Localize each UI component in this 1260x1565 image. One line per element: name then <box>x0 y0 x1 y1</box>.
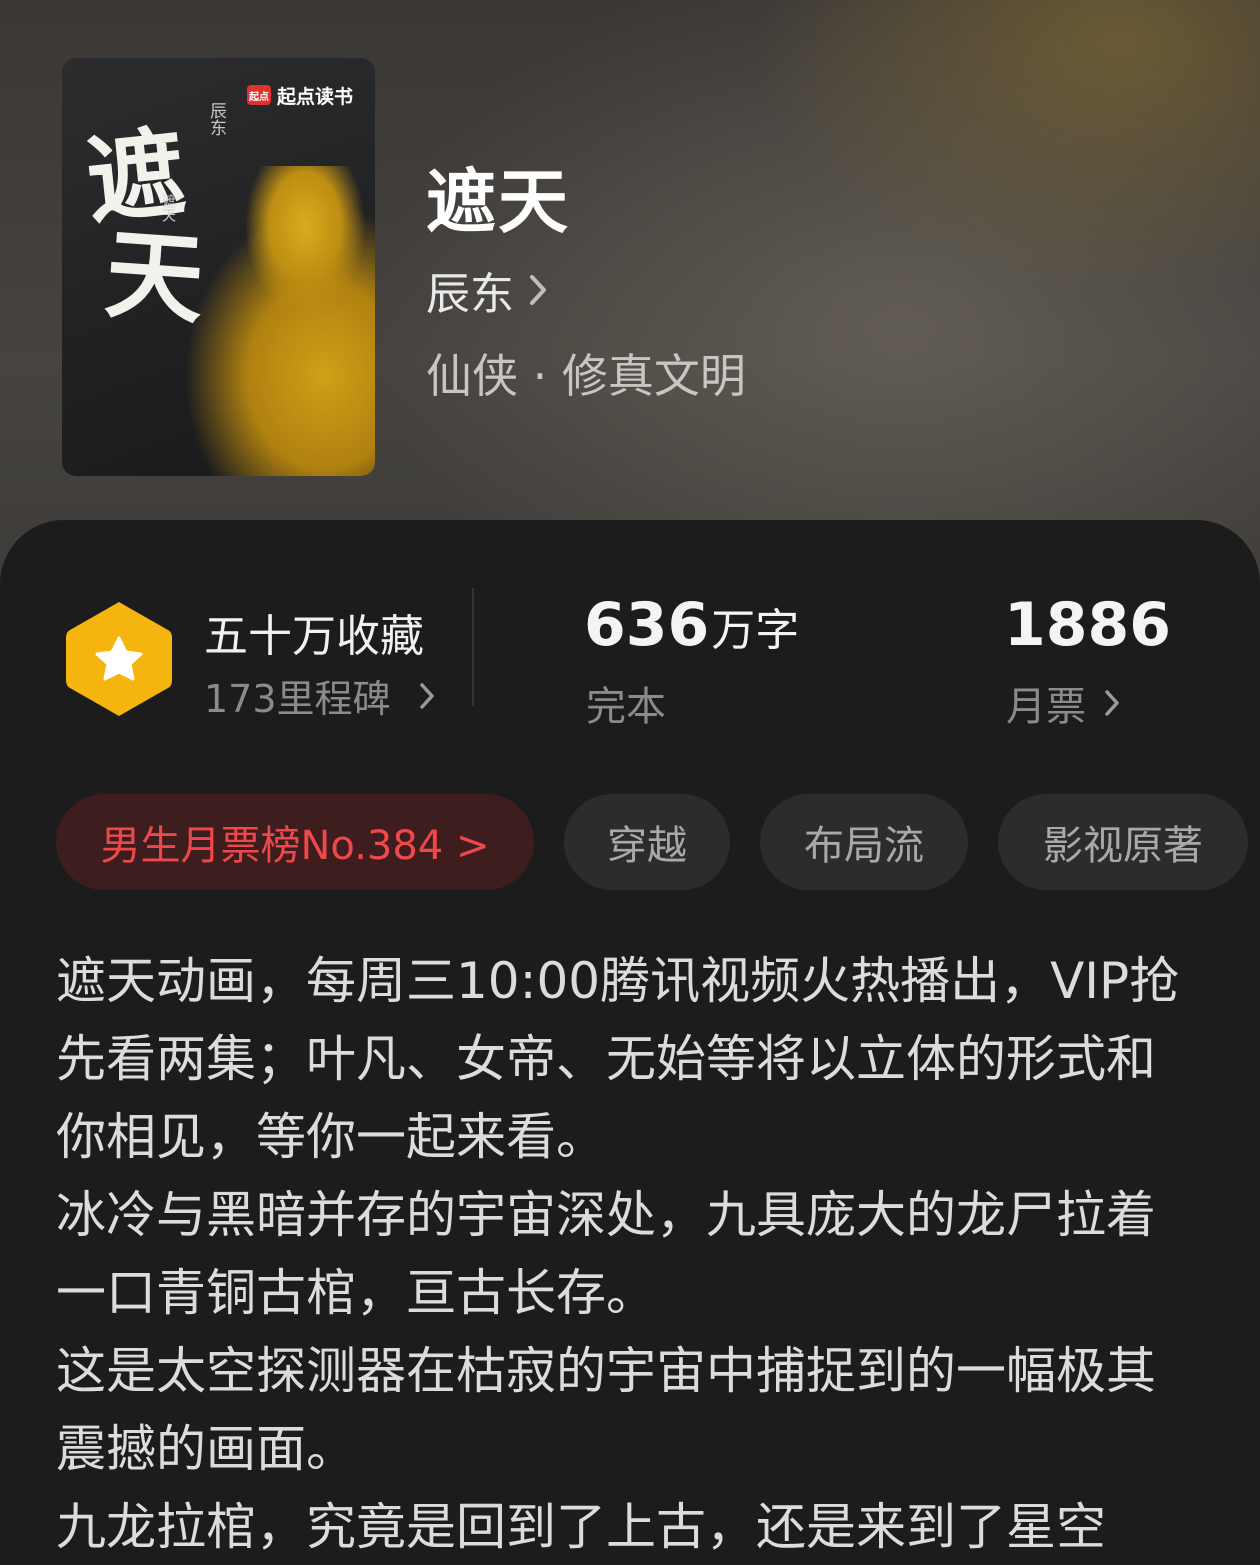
word-count-unit: 万字 <box>711 605 800 656</box>
completion-status: 完本 <box>586 684 666 730</box>
tag-bujuliu[interactable]: 布局流 <box>760 794 968 890</box>
stats-divider <box>472 588 474 706</box>
publisher-logo-icon: 起点 <box>246 85 271 105</box>
word-count-number: 636 <box>584 590 710 660</box>
chevron-right-icon <box>419 682 434 709</box>
author-link[interactable]: 辰东 <box>426 258 548 322</box>
favorites-star-icon <box>66 602 172 716</box>
favorites-title: 五十万收藏 <box>204 611 424 662</box>
book-cover[interactable]: 起点 起点读书 遮 天 辰东 遮天 <box>62 58 375 476</box>
monthly-votes-label: 月票 <box>1006 684 1086 730</box>
monthly-votes-link[interactable]: 月票 <box>1006 674 1120 732</box>
book-genre: 仙侠 · 修真文明 <box>426 349 746 403</box>
monthly-votes-number: 1886 <box>1004 590 1171 660</box>
publisher-name: 起点读书 <box>276 85 353 108</box>
rank-tag[interactable]: 男生月票榜No.384 > <box>56 794 534 890</box>
word-count: 636 万字 <box>584 590 799 660</box>
chevron-right-icon <box>1105 690 1119 716</box>
cover-title-char-2: 天 <box>101 216 208 339</box>
book-title: 遮天 <box>426 160 570 243</box>
author-name: 辰东 <box>426 269 514 320</box>
cover-small-title: 遮天 <box>160 194 176 222</box>
description-paragraph: 遮天动画，每周三10:00腾讯视频火热播出，VIP抢先看两集；叶凡、女帝、无始等… <box>56 952 1180 1166</box>
book-description[interactable]: 遮天动画，每周三10:00腾讯视频火热播出，VIP抢先看两集；叶凡、女帝、无始等… <box>56 942 1186 1565</box>
publisher-badge: 起点 起点读书 <box>239 76 361 114</box>
milestone-label: 173里程碑 <box>204 677 391 721</box>
tag-chuanyue[interactable]: 穿越 <box>564 794 730 890</box>
description-paragraph: 九龙拉棺，究竟是回到了上古，还是来到了星空 <box>56 1498 1106 1556</box>
description-paragraph: 这是太空探测器在枯寂的宇宙中捕捉到的一幅极其震撼的画面。 <box>56 1342 1156 1478</box>
cover-author: 辰东 <box>206 102 226 136</box>
chevron-right-icon <box>530 275 546 305</box>
tag-yingshi[interactable]: 影视原著 <box>998 794 1248 890</box>
description-paragraph: 冰冷与黑暗并存的宇宙深处，九具庞大的龙尸拉着一口青铜古棺，亘古长存。 <box>56 1186 1156 1322</box>
milestone-link[interactable]: 173里程碑 <box>204 668 435 723</box>
